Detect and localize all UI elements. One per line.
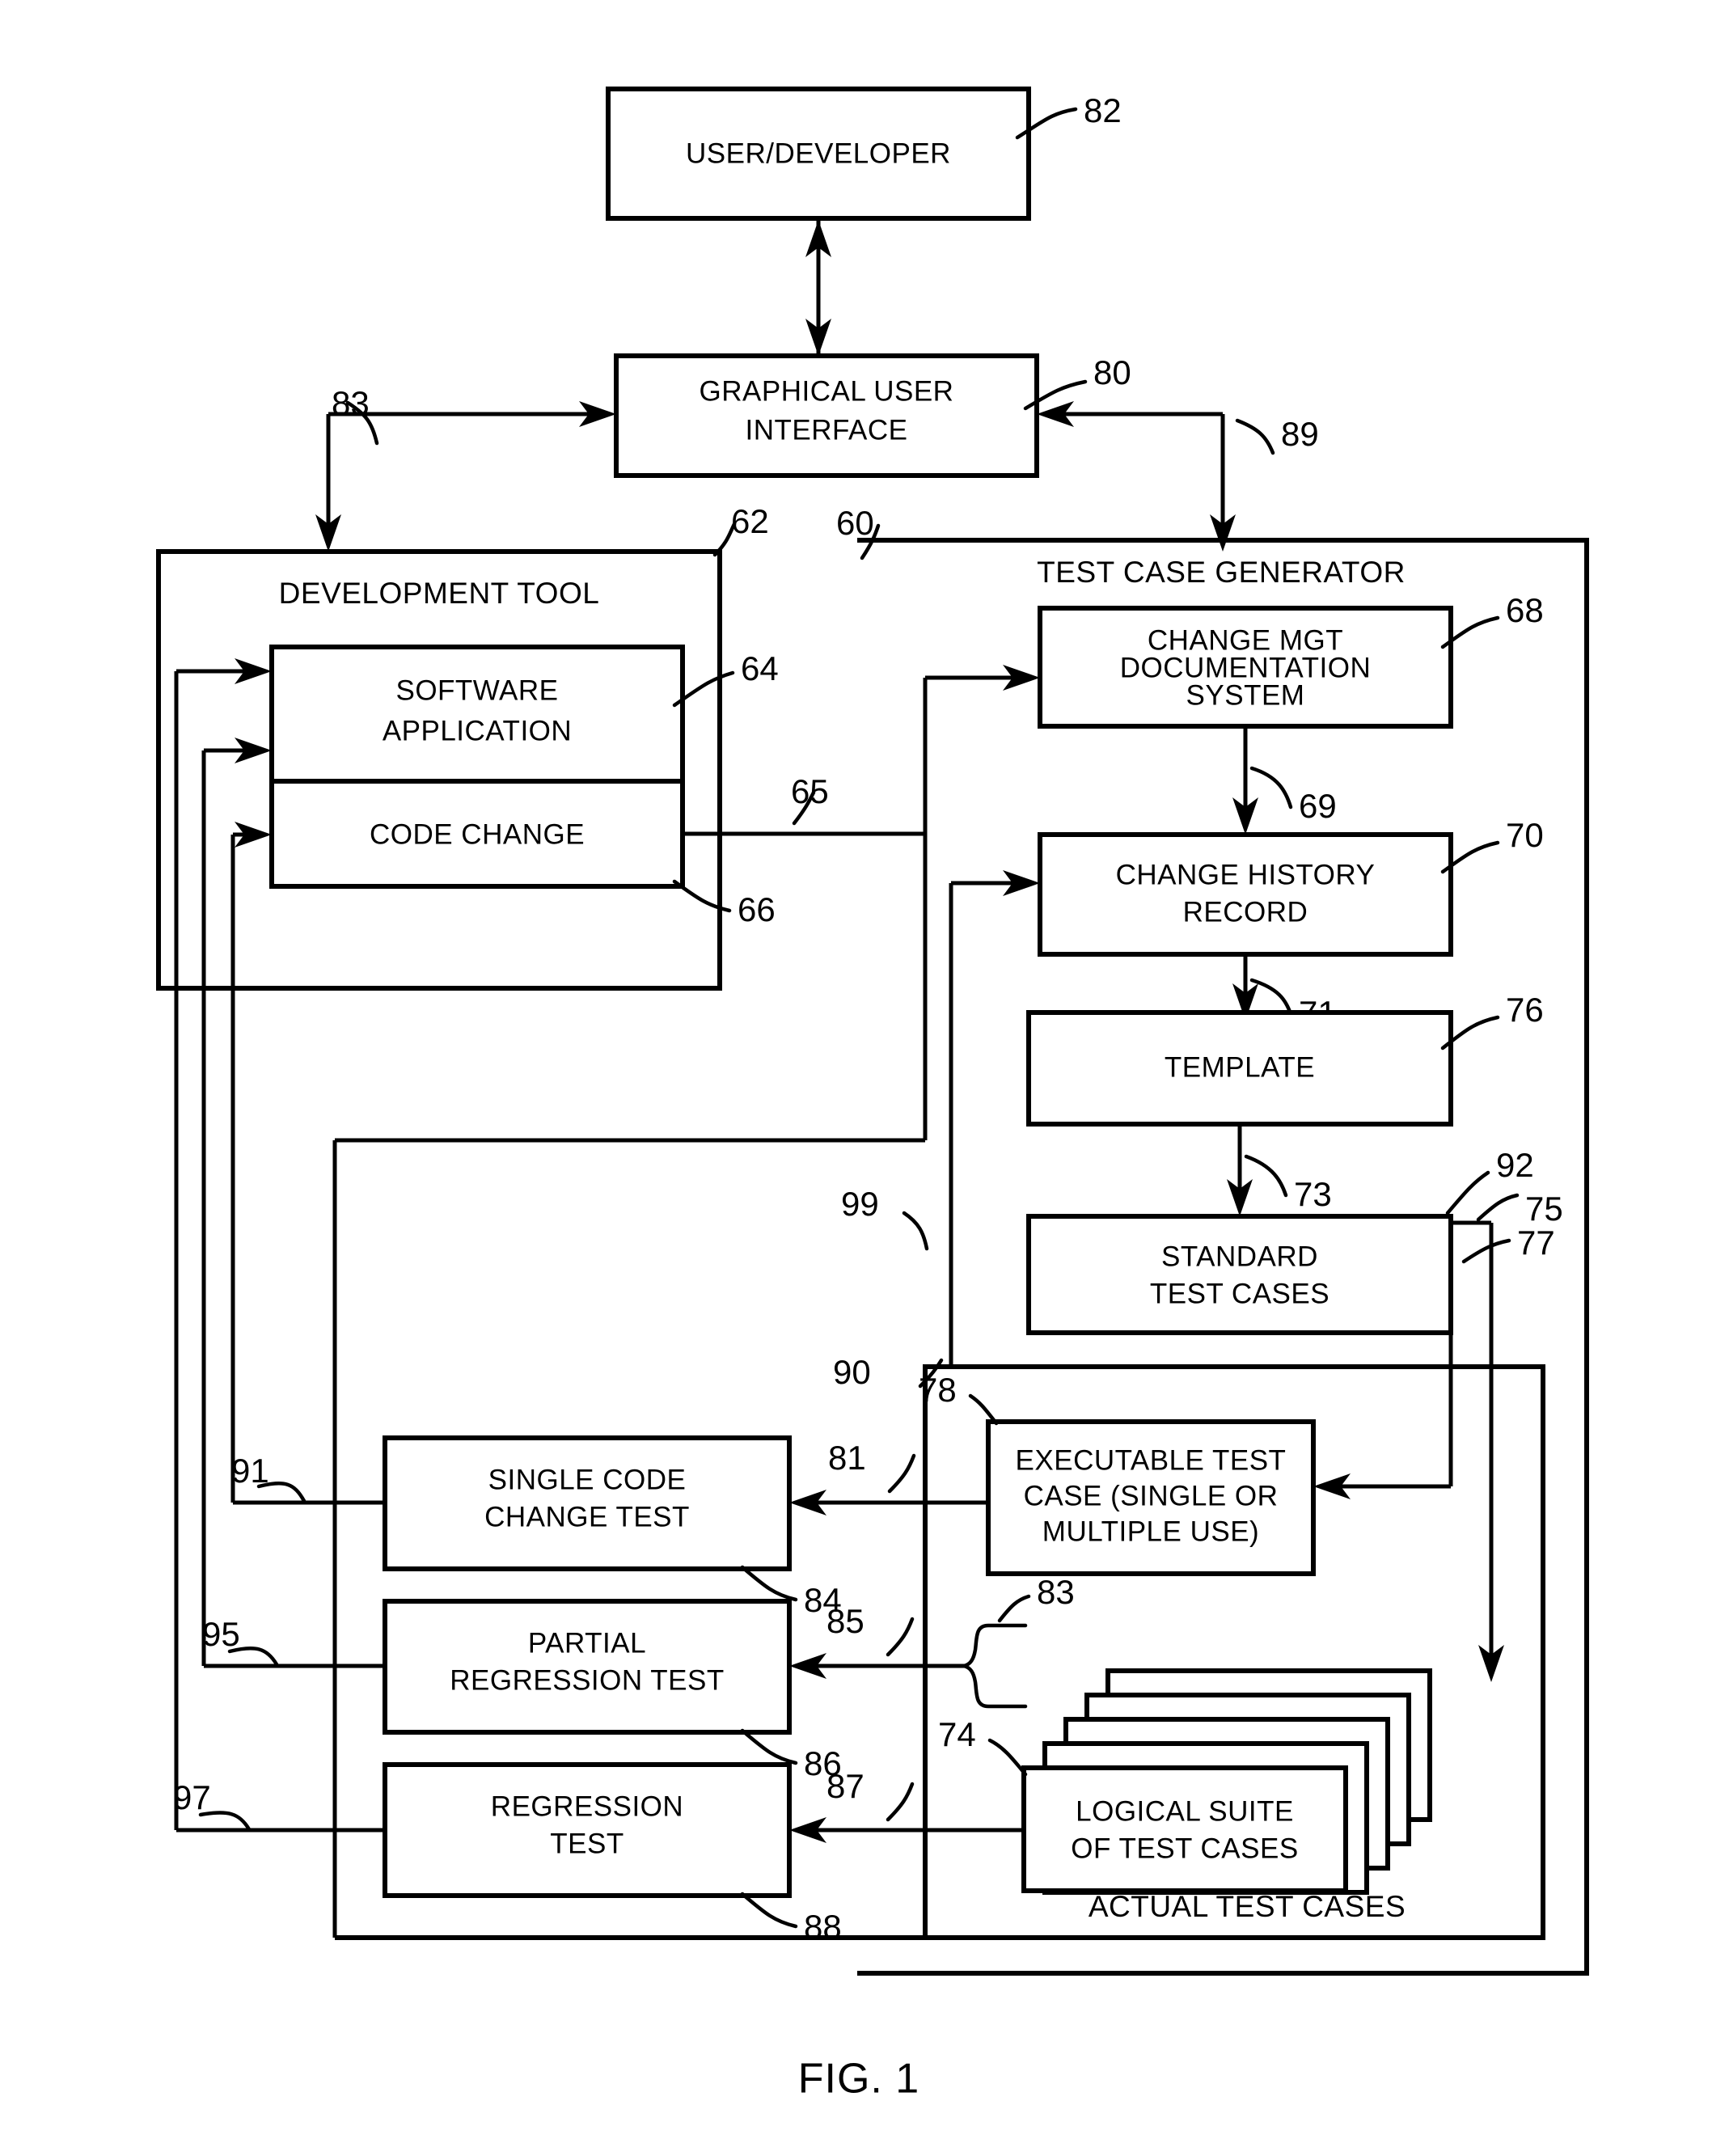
ref-77: 77 xyxy=(1517,1224,1555,1262)
template-box: TEMPLATE xyxy=(1026,1010,1453,1127)
standard-test-cases-line1: STANDARD xyxy=(1161,1241,1318,1272)
partial-regression-test-line1: PARTIAL xyxy=(528,1627,646,1659)
ref-65: 65 xyxy=(791,772,829,810)
standard-test-cases-box: STANDARD TEST CASES xyxy=(1026,1214,1453,1335)
brace-83 xyxy=(963,1623,1028,1709)
path-89-gui-to-tcg xyxy=(1037,401,1236,552)
ref-68: 68 xyxy=(1506,591,1544,629)
partial-regression-test-box: PARTIAL REGRESSION TEST xyxy=(383,1599,792,1735)
ref-80: 80 xyxy=(1093,353,1131,391)
ref-88: 88 xyxy=(804,1908,842,1946)
ref-83-a: 83 xyxy=(332,384,370,422)
ref-75: 75 xyxy=(1525,1190,1563,1228)
path-91-feedback xyxy=(230,822,385,1505)
leader-77 xyxy=(1461,1238,1511,1264)
single-code-change-test-box: SINGLE CODE CHANGE TEST xyxy=(383,1435,792,1571)
leader-99 xyxy=(902,1211,929,1251)
executable-test-case-line1: EXECUTABLE TEST xyxy=(1016,1444,1287,1476)
user-developer-label: USER/DEVELOPER xyxy=(686,137,951,169)
leader-74 xyxy=(987,1738,1028,1777)
leader-86 xyxy=(740,1728,798,1765)
regression-test-box: REGRESSION TEST xyxy=(383,1762,792,1898)
ref-82: 82 xyxy=(1084,91,1122,129)
ref-87: 87 xyxy=(826,1767,864,1805)
ref-97: 97 xyxy=(173,1778,211,1816)
graphical-user-interface-box: GRAPHICAL USER INTERFACE xyxy=(614,353,1039,478)
leader-83b xyxy=(997,1594,1031,1623)
ref-90: 90 xyxy=(833,1353,871,1391)
change-history-line1: CHANGE HISTORY xyxy=(1116,859,1376,890)
regression-test-line2: TEST xyxy=(550,1828,624,1859)
leader-87 xyxy=(886,1782,915,1822)
code-change-label: CODE CHANGE xyxy=(370,818,585,850)
regression-test-line1: REGRESSION xyxy=(491,1790,683,1822)
leader-75 xyxy=(1476,1193,1520,1222)
arrow-user-gui xyxy=(805,220,831,356)
ref-89: 89 xyxy=(1281,415,1319,453)
leader-73 xyxy=(1244,1154,1288,1198)
arrow-73 xyxy=(1227,1124,1253,1216)
test-case-generator-label: TEST CASE GENERATOR xyxy=(1037,556,1406,589)
leader-88 xyxy=(740,1892,798,1929)
ref-74: 74 xyxy=(938,1715,976,1753)
ref-78: 78 xyxy=(919,1371,957,1409)
ref-73: 73 xyxy=(1294,1175,1332,1213)
path-83-gui-to-devtool xyxy=(315,401,616,552)
ref-70: 70 xyxy=(1506,816,1544,854)
patent-figure-1: USER/DEVELOPER 82 GRAPHICAL USER INTERFA… xyxy=(0,0,1729,2156)
figure-caption: FIG. 1 xyxy=(798,2056,919,2103)
ref-91: 91 xyxy=(231,1452,269,1490)
ref-76: 76 xyxy=(1506,991,1544,1029)
ref-60: 60 xyxy=(836,504,874,542)
software-application-line1: SOFTWARE xyxy=(395,674,558,706)
single-code-change-test-line2: CHANGE TEST xyxy=(484,1501,690,1532)
leader-92 xyxy=(1445,1170,1490,1215)
change-history-record-box: CHANGE HISTORY RECORD xyxy=(1038,832,1453,957)
standard-test-cases-line2: TEST CASES xyxy=(1150,1278,1330,1309)
executable-test-case-line3: MULTIPLE USE) xyxy=(1042,1516,1259,1547)
arrow-85 xyxy=(789,1653,967,1679)
ref-64: 64 xyxy=(741,649,779,687)
partial-regression-test-line2: REGRESSION TEST xyxy=(450,1664,724,1696)
leader-78 xyxy=(968,1393,999,1426)
change-mgt-doc-system-box: CHANGE MGT DOCUMENTATION SYSTEM xyxy=(1038,606,1453,729)
leader-85 xyxy=(886,1617,915,1657)
gui-label-line2: INTERFACE xyxy=(746,414,908,446)
arrow-87 xyxy=(789,1817,1024,1843)
single-code-change-test-line1: SINGLE CODE xyxy=(488,1464,687,1495)
executable-test-case-line2: CASE (SINGLE OR xyxy=(1024,1480,1279,1511)
code-change-box: CODE CHANGE xyxy=(269,779,685,889)
leader-69 xyxy=(1249,766,1293,810)
ref-92: 92 xyxy=(1496,1146,1534,1184)
user-developer-box: USER/DEVELOPER xyxy=(606,87,1031,221)
arrow-69 xyxy=(1232,726,1258,835)
software-application-box: SOFTWARE APPLICATION xyxy=(269,645,685,784)
path-65-into-change-mgt xyxy=(923,665,1040,834)
ref-83-b: 83 xyxy=(1037,1573,1075,1611)
ref-85: 85 xyxy=(826,1602,864,1640)
arrow-81 xyxy=(789,1490,988,1516)
executable-test-case-box: EXECUTABLE TEST CASE (SINGLE OR MULTIPLE… xyxy=(986,1419,1316,1576)
change-history-line2: RECORD xyxy=(1183,896,1308,928)
logical-suite-line1: LOGICAL SUITE xyxy=(1076,1795,1294,1827)
template-label: TEMPLATE xyxy=(1165,1051,1315,1083)
change-mgt-line3: SYSTEM xyxy=(1186,679,1305,711)
ref-99: 99 xyxy=(841,1185,879,1223)
logical-suite-stack: LOGICAL SUITE OF TEST CASES xyxy=(1021,1668,1432,1895)
ref-66: 66 xyxy=(738,890,776,928)
leader-89 xyxy=(1235,418,1275,455)
ref-62: 62 xyxy=(731,502,769,540)
ref-95: 95 xyxy=(202,1615,240,1653)
leader-81 xyxy=(887,1453,916,1494)
ref-81: 81 xyxy=(828,1439,866,1477)
development-tool-label: DEVELOPMENT TOOL xyxy=(279,577,600,610)
logical-suite-line2: OF TEST CASES xyxy=(1071,1833,1298,1864)
path-75 xyxy=(1451,1220,1504,1682)
gui-label-line1: GRAPHICAL USER xyxy=(700,375,954,407)
software-application-line2: APPLICATION xyxy=(383,715,572,746)
ref-69: 69 xyxy=(1299,787,1337,825)
leader-84 xyxy=(740,1565,798,1602)
